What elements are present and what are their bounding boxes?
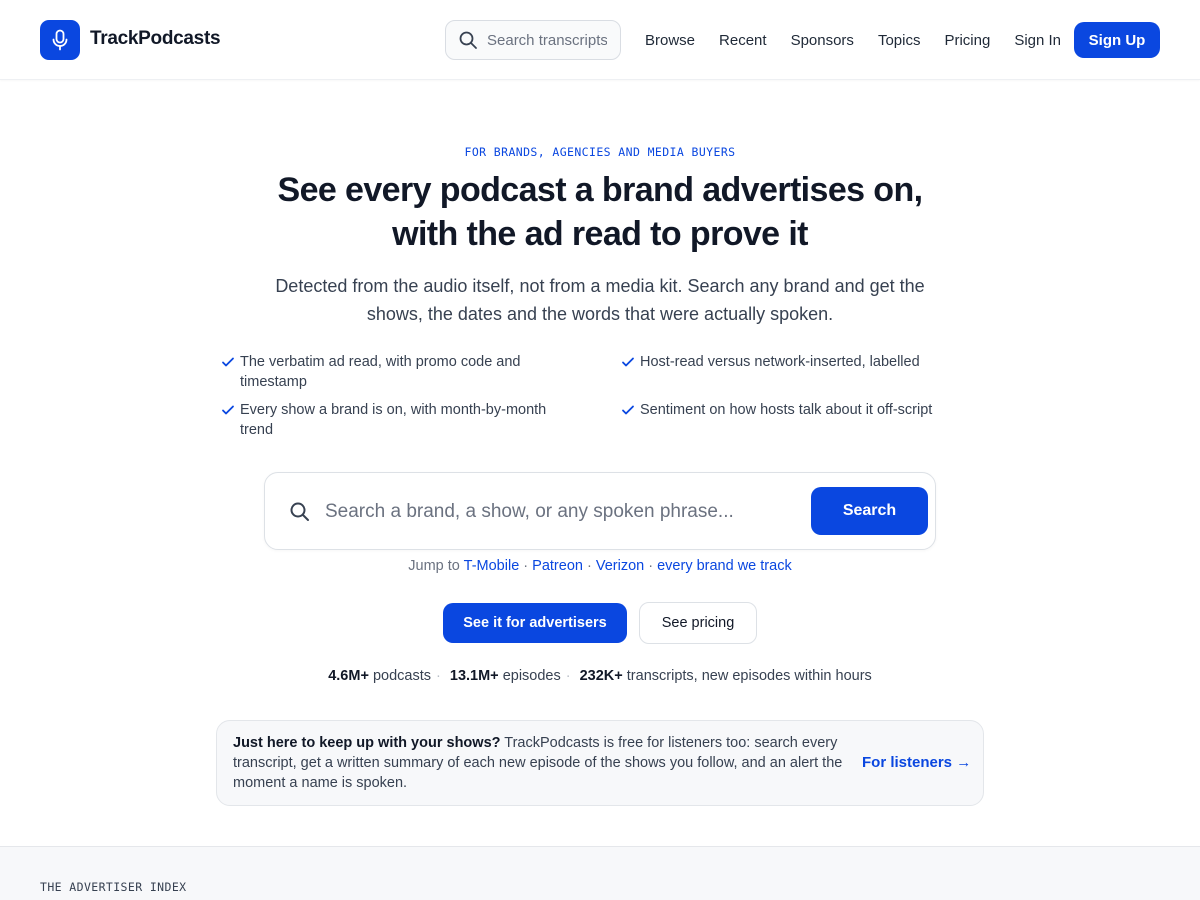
nav-search-box[interactable] bbox=[445, 20, 621, 60]
check-icon bbox=[622, 357, 634, 367]
see-pricing-button[interactable]: See pricing bbox=[639, 602, 757, 644]
jump-prefix: Jump to bbox=[408, 558, 460, 574]
listener-callout-text: Just here to keep up with your shows? Tr… bbox=[233, 733, 845, 793]
separator-dot: · bbox=[582, 558, 596, 574]
feature-item: The verbatim ad read, with promo code an… bbox=[216, 352, 576, 392]
jump-link-patreon[interactable]: Patreon bbox=[532, 558, 583, 574]
listener-callout: Just here to keep up with your shows? Tr… bbox=[216, 720, 984, 806]
hero-headline: See every podcast a brand advertises on,… bbox=[200, 168, 1000, 256]
listener-callout-bold: Just here to keep up with your shows? bbox=[233, 735, 501, 751]
hero-headline-line-1: See every podcast a brand advertises on, bbox=[277, 171, 924, 209]
stat-label: episodes bbox=[502, 668, 561, 684]
separator-dot: · bbox=[644, 558, 658, 574]
hero-subhead: Detected from the audio itself, not from… bbox=[275, 276, 925, 324]
logo-mark[interactable] bbox=[40, 20, 80, 60]
nav-links: Browse Recent Sponsors Topics Pricing Si… bbox=[633, 20, 1073, 60]
stat-value: 13.1M+ bbox=[449, 668, 499, 684]
search-button[interactable]: Search bbox=[811, 487, 928, 535]
nav-link-pricing[interactable]: Pricing bbox=[932, 32, 1002, 49]
nav-link-topics[interactable]: Topics bbox=[866, 32, 933, 49]
feature-text: Every show a brand is on, with month-by-… bbox=[240, 402, 547, 438]
nav-link-browse[interactable]: Browse bbox=[633, 32, 707, 49]
advertiser-index-label: THE ADVERTISER INDEX bbox=[40, 880, 187, 894]
sign-up-button[interactable]: Sign Up bbox=[1074, 22, 1160, 58]
search-icon bbox=[290, 502, 309, 521]
separator-dot: · bbox=[565, 668, 571, 684]
check-icon bbox=[222, 405, 234, 415]
check-icon bbox=[222, 357, 234, 367]
microphone-icon bbox=[52, 29, 68, 51]
stat-value: 4.6M+ bbox=[328, 668, 369, 684]
separator-dot: · bbox=[436, 668, 441, 684]
main-search-box: Search bbox=[264, 472, 936, 550]
jump-link-t-mobile[interactable]: T-Mobile bbox=[464, 558, 520, 574]
feature-text: The verbatim ad read, with promo code an… bbox=[240, 354, 521, 390]
jump-link-verizon[interactable]: Verizon bbox=[596, 558, 644, 574]
search-icon bbox=[459, 31, 477, 49]
feature-text: Host-read versus network-inserted, label… bbox=[640, 354, 920, 370]
nav-link-sign-in[interactable]: Sign In bbox=[1002, 32, 1073, 49]
jump-links: Jump to T-Mobile · Patreon · Verizon · e… bbox=[0, 558, 1200, 574]
stat-label: transcripts, new episodes within hours bbox=[626, 668, 872, 684]
advertiser-index-section: THE ADVERTISER INDEX bbox=[0, 846, 1200, 900]
stats-bar: 4.6M+ podcasts · 13.1M+ episodes · 232K+ t… bbox=[0, 668, 1200, 684]
brand-name[interactable]: TrackPodcasts bbox=[90, 28, 221, 50]
hero-eyebrow: FOR BRANDS, AGENCIES AND MEDIA BUYERS bbox=[464, 145, 736, 159]
feature-text: Sentiment on how hosts talk about it off… bbox=[640, 402, 933, 418]
feature-item: Host-read versus network-inserted, label… bbox=[616, 352, 976, 372]
check-icon bbox=[622, 405, 634, 415]
stat-value: 232K+ bbox=[579, 668, 623, 684]
stat-label: podcasts bbox=[372, 668, 431, 684]
nav-link-sponsors[interactable]: Sponsors bbox=[779, 32, 866, 49]
see-it-for-advertisers-button[interactable]: See it for advertisers bbox=[443, 603, 627, 643]
feature-item: Every show a brand is on, with month-by-… bbox=[216, 400, 576, 440]
nav-search-input[interactable] bbox=[487, 31, 607, 49]
separator-dot: · bbox=[519, 558, 533, 574]
top-nav: TrackPodcasts Browse Recent Sponsors Top… bbox=[0, 0, 1200, 80]
jump-link-all-brands[interactable]: every brand we track bbox=[657, 558, 792, 574]
main-search-input[interactable] bbox=[325, 495, 795, 529]
nav-link-recent[interactable]: Recent bbox=[707, 32, 779, 49]
feature-item: Sentiment on how hosts talk about it off… bbox=[616, 400, 976, 420]
hero-headline-line-2: with the ad read to prove it bbox=[392, 215, 808, 253]
for-listeners-link[interactable]: For listeners → bbox=[862, 754, 971, 771]
